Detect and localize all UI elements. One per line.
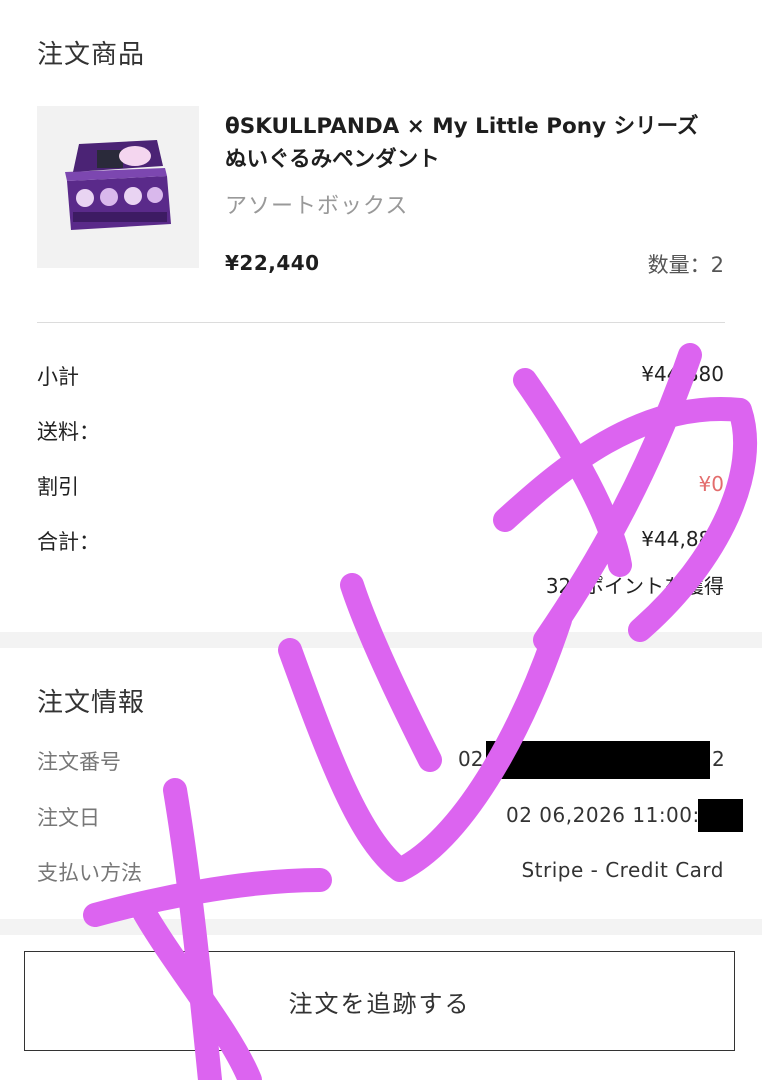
watermark-stroke-ri-2 xyxy=(340,573,442,772)
order-items-title: 注文商品 xyxy=(37,40,146,70)
order-info-title: 注文情報 xyxy=(37,688,146,718)
shipping-label: 送料： xyxy=(37,420,100,444)
total-value: ¥44,880 xyxy=(641,527,724,551)
order-number-label: 注文番号 xyxy=(37,750,121,774)
payment-method-label: 支払い方法 xyxy=(37,861,142,885)
order-number-redaction xyxy=(486,741,710,779)
product-quantity: 数量：2 xyxy=(647,253,724,277)
subtotal-label: 小計 xyxy=(37,365,79,389)
order-number-prefix: 02 xyxy=(458,747,484,771)
payment-method-value: Stripe - Credit Card xyxy=(521,858,724,882)
order-time-redaction xyxy=(698,799,743,832)
section-gap xyxy=(0,632,762,648)
product-box-image xyxy=(37,106,199,268)
order-date-value: 02 06,2026 11:00: xyxy=(506,803,700,827)
section-gap-2 xyxy=(0,919,762,935)
discount-label: 割引 xyxy=(37,475,79,499)
order-number-suffix: 2 xyxy=(712,747,725,771)
product-price: ¥22,440 xyxy=(225,251,320,275)
discount-value: ¥0 xyxy=(698,472,724,496)
product-variant: アソートボックス xyxy=(225,194,409,219)
track-order-button[interactable]: 注文を追跡する xyxy=(24,951,735,1051)
watermark-stroke-ri-1 xyxy=(513,368,632,577)
product-thumbnail[interactable] xyxy=(37,106,199,268)
product-name[interactable]: θSKULLPANDA × My Little Pony シリーズ ぬいぐるみペ… xyxy=(225,110,725,176)
section-divider xyxy=(37,322,725,323)
subtotal-value: ¥44,880 xyxy=(641,362,724,386)
order-date-label: 注文日 xyxy=(37,806,100,830)
total-label: 合計： xyxy=(37,530,100,554)
points-earned: 320ポイントを獲得 xyxy=(545,574,724,598)
